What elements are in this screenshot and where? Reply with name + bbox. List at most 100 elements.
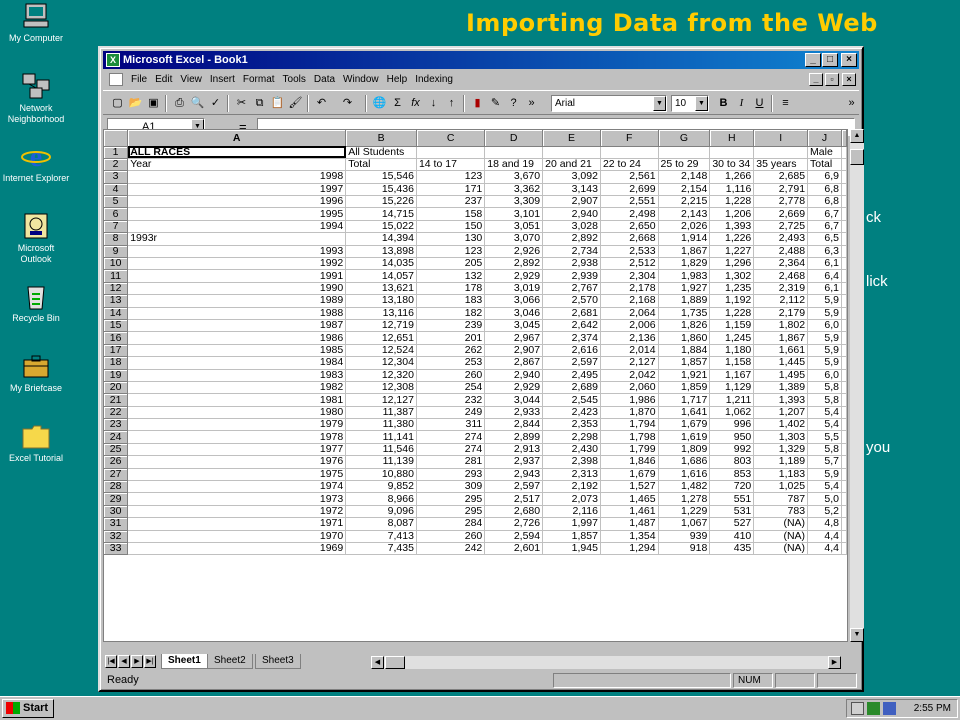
cell-a25[interactable]: 1977 [127, 443, 347, 457]
cell-blank[interactable] [841, 418, 847, 432]
cell-d26[interactable]: 2,937 [484, 455, 544, 469]
cell-f23[interactable]: 1,794 [600, 418, 659, 432]
cell-c1[interactable] [416, 146, 486, 159]
row-header[interactable]: 28 [104, 480, 129, 494]
cell-blank[interactable] [841, 319, 847, 333]
menu-view[interactable]: View [176, 70, 206, 89]
cell-f17[interactable]: 2,014 [600, 344, 659, 358]
cell-b4[interactable]: 15,436 [345, 183, 417, 197]
cell-blank[interactable] [841, 492, 847, 506]
menu-format[interactable]: Format [239, 70, 279, 89]
cell-blank[interactable] [841, 369, 847, 382]
cell-b31[interactable]: 8,087 [345, 517, 417, 531]
cell-g19[interactable]: 1,921 [658, 369, 711, 382]
excel-app-icon[interactable]: X [106, 53, 120, 67]
cell-c25[interactable]: 274 [416, 443, 486, 457]
cell-d32[interactable]: 2,594 [484, 530, 544, 544]
cell-i12[interactable]: 2,319 [753, 282, 809, 296]
cell-e20[interactable]: 2,689 [542, 381, 601, 395]
toolbar-more-icon[interactable]: » [523, 95, 540, 112]
open-icon[interactable]: 📂 [127, 95, 144, 112]
redo-icon[interactable]: ↷ [339, 95, 356, 112]
cell-i15[interactable]: 1,802 [753, 319, 809, 333]
cell-d13[interactable]: 3,066 [484, 294, 544, 308]
cell-c19[interactable]: 260 [416, 369, 486, 382]
column-header-c[interactable]: C [416, 130, 486, 147]
column-header-b[interactable]: B [345, 130, 417, 147]
cell-h18[interactable]: 1,158 [709, 356, 755, 370]
excel-tray-icon[interactable] [867, 702, 880, 715]
cell-g30[interactable]: 1,229 [658, 505, 711, 519]
cell-blank[interactable] [841, 356, 847, 370]
cell-i31[interactable]: (NA) [753, 517, 809, 531]
cell-d7[interactable]: 3,051 [484, 220, 544, 234]
cell-g12[interactable]: 1,927 [658, 282, 711, 296]
cell-d21[interactable]: 3,044 [484, 393, 544, 407]
cell-a27[interactable]: 1975 [127, 468, 347, 482]
cell-h3[interactable]: 1,266 [709, 170, 755, 184]
vertical-scrollbar[interactable]: ▲ ▼ [850, 129, 864, 642]
cell-c8[interactable]: 130 [416, 232, 486, 246]
cell-d14[interactable]: 3,046 [484, 307, 544, 320]
cell-h6[interactable]: 1,206 [709, 207, 755, 221]
cell-g32[interactable]: 939 [658, 530, 711, 544]
cell-c9[interactable]: 123 [416, 245, 486, 259]
cell-d4[interactable]: 3,362 [484, 183, 544, 197]
worksheet-grid[interactable]: ABCDEFGHIJ 1 ALL RACES All Students Male 2 Ye… [103, 129, 848, 642]
cell-j30[interactable]: 5,2 [807, 505, 842, 519]
cell-a11[interactable]: 1991 [127, 269, 347, 283]
cell-d8[interactable]: 3,070 [484, 232, 544, 246]
cell-h15[interactable]: 1,159 [709, 319, 755, 333]
cell-c24[interactable]: 274 [416, 430, 486, 444]
cell-c11[interactable]: 132 [416, 269, 486, 283]
cell-a12[interactable]: 1990 [127, 282, 347, 296]
cell-i16[interactable]: 1,867 [753, 331, 809, 345]
cell-c5[interactable]: 237 [416, 195, 486, 209]
cell-e28[interactable]: 2,192 [542, 480, 601, 494]
close-button[interactable]: × [841, 53, 857, 67]
column-header-g[interactable]: G [658, 130, 711, 147]
row-header[interactable]: 16 [104, 331, 129, 345]
cell-a22[interactable]: 1980 [127, 406, 347, 420]
cell-j21[interactable]: 5,8 [807, 393, 842, 407]
row-header[interactable]: 19 [104, 369, 129, 382]
cell-blank[interactable] [841, 257, 847, 271]
cell-e21[interactable]: 2,545 [542, 393, 601, 407]
cell-j25[interactable]: 5,8 [807, 443, 842, 457]
underline-button[interactable]: U [751, 95, 768, 112]
cell-d16[interactable]: 2,967 [484, 331, 544, 345]
menu-indexing[interactable]: Indexing [411, 70, 457, 89]
row-header[interactable]: 13 [104, 294, 129, 308]
cell-c15[interactable]: 239 [416, 319, 486, 333]
cell-f33[interactable]: 1,294 [600, 542, 659, 556]
cell-f4[interactable]: 2,699 [600, 183, 659, 197]
desktop-icon-internet-explorer[interactable]: e Internet Explorer [2, 142, 70, 184]
cell-f28[interactable]: 1,527 [600, 480, 659, 494]
cell-h30[interactable]: 531 [709, 505, 755, 519]
cell-g18[interactable]: 1,857 [658, 356, 711, 370]
cell-b2[interactable]: Total [345, 158, 417, 172]
cell-b33[interactable]: 7,435 [345, 542, 417, 556]
cell-j20[interactable]: 5,8 [807, 381, 842, 395]
cell-b6[interactable]: 14,715 [345, 207, 417, 221]
cell-b8[interactable]: 14,394 [345, 232, 417, 246]
cell-a4[interactable]: 1997 [127, 183, 347, 197]
save-icon[interactable]: ▣ [145, 95, 162, 112]
cell-i18[interactable]: 1,445 [753, 356, 809, 370]
cell-c18[interactable]: 253 [416, 356, 486, 370]
cell-d31[interactable]: 2,726 [484, 517, 544, 531]
cell-f20[interactable]: 2,060 [600, 381, 659, 395]
cell-a23[interactable]: 1979 [127, 418, 347, 432]
column-header-h[interactable]: H [709, 130, 755, 147]
cell-b23[interactable]: 11,380 [345, 418, 417, 432]
prev-sheet-icon[interactable]: ◀ [118, 655, 130, 668]
cell-d1[interactable] [484, 146, 544, 159]
cell-i9[interactable]: 2,488 [753, 245, 809, 259]
cell-h4[interactable]: 1,116 [709, 183, 755, 197]
cell-h10[interactable]: 1,296 [709, 257, 755, 271]
cell-i26[interactable]: 1,189 [753, 455, 809, 469]
help-icon[interactable]: ? [505, 95, 522, 112]
cell-e25[interactable]: 2,430 [542, 443, 601, 457]
cell-b20[interactable]: 12,308 [345, 381, 417, 395]
row-header[interactable]: 7 [104, 220, 129, 234]
